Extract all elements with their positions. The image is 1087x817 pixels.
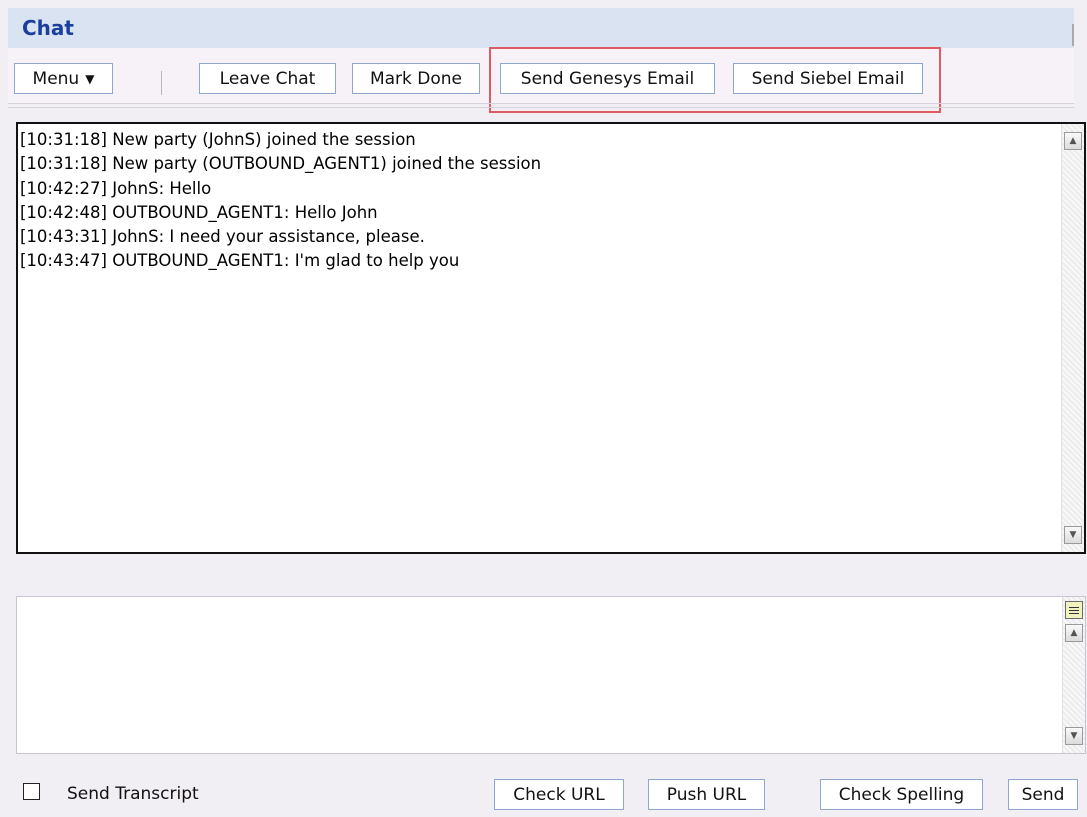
leave-chat-button[interactable]: Leave Chat <box>199 63 336 94</box>
send-label: Send <box>1021 784 1065 805</box>
scroll-up-icon[interactable]: ▲ <box>1064 132 1082 150</box>
transcript-line: [10:42:27] JohnS: Hello <box>20 178 212 198</box>
push-url-label: Push URL <box>666 784 747 805</box>
title-bar: Chat <box>8 8 1074 48</box>
transcript-line: [10:43:31] JohnS: I need your assistance… <box>20 227 425 247</box>
check-spelling-label: Check Spelling <box>838 784 965 805</box>
message-compose-area: ▲ ▼ <box>16 596 1086 754</box>
menu-button[interactable]: Menu ▼ <box>14 63 113 94</box>
send-button[interactable]: Send <box>1008 779 1078 810</box>
toolbar-divider <box>8 103 1074 104</box>
caret-down-icon: ▼ <box>85 71 95 86</box>
window-title: Chat <box>22 16 74 40</box>
send-transcript-label: Send Transcript <box>67 784 199 804</box>
toolbar-separator <box>161 71 162 95</box>
check-url-button[interactable]: Check URL <box>494 779 624 810</box>
transcript-line: [10:43:47] OUTBOUND_AGENT1: I'm glad to … <box>20 251 460 271</box>
transcript-line: [10:31:18] New party (JohnS) joined the … <box>20 130 416 149</box>
message-input[interactable] <box>17 597 1062 753</box>
transcript-lines: [10:31:18] New party (JohnS) joined the … <box>20 128 1060 274</box>
check-url-label: Check URL <box>513 784 605 805</box>
check-spelling-button[interactable]: Check Spelling <box>820 779 983 810</box>
transcript-line: [10:42:48] OUTBOUND_AGENT1: Hello John <box>20 202 378 222</box>
standard-responses-icon[interactable] <box>1065 601 1083 619</box>
mark-done-button[interactable]: Mark Done <box>352 63 480 94</box>
transcript-scrollbar[interactable]: ▲ ▼ <box>1061 124 1084 552</box>
toolbar-divider <box>8 107 1074 108</box>
scroll-down-icon[interactable]: ▼ <box>1064 526 1082 544</box>
scroll-up-icon[interactable]: ▲ <box>1065 624 1083 642</box>
push-url-button[interactable]: Push URL <box>648 779 765 810</box>
mark-done-label: Mark Done <box>369 68 463 89</box>
transcript-line: [10:31:18] New party (OUTBOUND_AGENT1) j… <box>20 154 542 174</box>
compose-scrollbar[interactable]: ▲ ▼ <box>1062 597 1085 753</box>
chat-transcript[interactable]: [10:31:18] New party (JohnS) joined the … <box>16 122 1086 554</box>
menu-button-label: Menu <box>32 68 80 89</box>
send-transcript-checkbox[interactable] <box>23 783 40 800</box>
title-bar-grip <box>1072 24 1074 46</box>
chat-window: Chat Menu ▼ Leave Chat Mark Done Send Ge… <box>0 0 1087 817</box>
leave-chat-label: Leave Chat <box>219 68 316 89</box>
scroll-down-icon[interactable]: ▼ <box>1065 727 1083 745</box>
